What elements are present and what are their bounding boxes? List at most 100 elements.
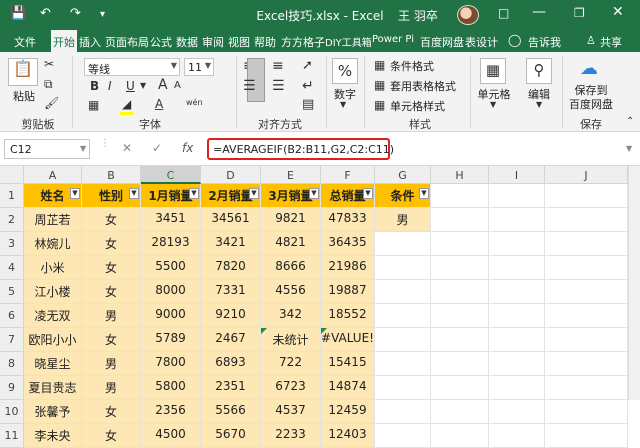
- collapse-ribbon-icon[interactable]: ⌃: [626, 116, 634, 127]
- cells-icon[interactable]: ▦: [480, 58, 506, 84]
- column-header-e[interactable]: E: [261, 166, 321, 184]
- empty-cell[interactable]: [545, 232, 628, 256]
- enter-icon[interactable]: ✓: [152, 141, 162, 155]
- user-name[interactable]: 王 羽卒: [398, 7, 438, 24]
- table-cell[interactable]: 19887: [321, 280, 375, 304]
- border-icon[interactable]: ▦: [88, 98, 99, 112]
- empty-cell[interactable]: [545, 280, 628, 304]
- tab-help[interactable]: 帮助: [254, 34, 276, 50]
- select-all-corner[interactable]: [0, 166, 24, 184]
- font-grow-button[interactable]: A: [158, 77, 168, 93]
- worksheet-grid[interactable]: ABCDEFGHIJ 1 2 3 4 5 6 7 8 9 10 11 姓名 ▼ 性别 ▼ 1月销量 ▼ 2月销量…: [0, 166, 640, 448]
- table-cell[interactable]: 张馨予: [24, 400, 82, 424]
- chevron-down-icon[interactable]: ▼: [80, 144, 86, 153]
- lightbulb-icon[interactable]: ◯: [508, 33, 521, 47]
- empty-cell[interactable]: [489, 256, 545, 280]
- close-icon[interactable]: ✕: [612, 4, 624, 20]
- filter-dropdown-icon[interactable]: ▼: [189, 188, 199, 199]
- table-cell[interactable]: [375, 256, 431, 280]
- empty-cell[interactable]: [545, 184, 628, 208]
- font-size-combo[interactable]: 11 ▼: [184, 58, 214, 76]
- empty-cell[interactable]: [489, 424, 545, 448]
- table-cell[interactable]: 342: [261, 304, 321, 328]
- empty-cell[interactable]: [431, 328, 489, 352]
- ribbon-display-icon[interactable]: □: [498, 6, 509, 20]
- table-cell[interactable]: 5670: [201, 424, 261, 448]
- empty-cell[interactable]: [489, 328, 545, 352]
- cancel-icon[interactable]: ✕: [122, 141, 132, 155]
- wrap-text-icon[interactable]: ↵: [302, 78, 314, 94]
- align-left-icon[interactable]: ☰: [243, 78, 256, 94]
- table-cell[interactable]: [375, 376, 431, 400]
- table-cell[interactable]: 5566: [201, 400, 261, 424]
- table-cell[interactable]: 周芷若: [24, 208, 82, 232]
- name-box[interactable]: C12: [4, 139, 90, 159]
- table-cell[interactable]: 4500: [141, 424, 201, 448]
- table-cell[interactable]: 2356: [141, 400, 201, 424]
- tab-file[interactable]: 文件: [14, 34, 36, 50]
- table-cell[interactable]: 林婉儿: [24, 232, 82, 256]
- empty-cell[interactable]: [431, 280, 489, 304]
- align-bottom-icon[interactable]: ≡: [272, 58, 284, 74]
- empty-cell[interactable]: [489, 232, 545, 256]
- table-cell[interactable]: 7820: [201, 256, 261, 280]
- empty-cell[interactable]: [545, 304, 628, 328]
- font-color-button[interactable]: A: [155, 97, 163, 111]
- empty-cell[interactable]: [431, 352, 489, 376]
- font-shrink-button[interactable]: A: [174, 80, 181, 91]
- table-cell[interactable]: 722: [261, 352, 321, 376]
- table-cell[interactable]: 女: [82, 400, 141, 424]
- tab-page-layout[interactable]: 页面布局: [105, 34, 149, 50]
- error-indicator-icon[interactable]: [321, 328, 327, 334]
- header-cell[interactable]: 条件 ▼: [375, 184, 431, 208]
- orientation-icon[interactable]: ➚: [302, 58, 313, 73]
- empty-cell[interactable]: [431, 184, 489, 208]
- table-cell[interactable]: 9210: [201, 304, 261, 328]
- table-cell[interactable]: 47833: [321, 208, 375, 232]
- table-cell[interactable]: 8666: [261, 256, 321, 280]
- row-header-3[interactable]: 3: [0, 232, 24, 256]
- header-cell[interactable]: 性别 ▼: [82, 184, 141, 208]
- cut-icon[interactable]: ✂: [44, 57, 54, 71]
- chevron-down-icon[interactable]: ▼: [490, 100, 496, 109]
- table-cell[interactable]: 小米: [24, 256, 82, 280]
- avatar[interactable]: [457, 5, 479, 25]
- empty-cell[interactable]: [489, 376, 545, 400]
- header-cell[interactable]: 2月销量 ▼: [201, 184, 261, 208]
- search-icon[interactable]: ⚲: [526, 58, 552, 84]
- table-cell[interactable]: [375, 328, 431, 352]
- empty-cell[interactable]: [489, 304, 545, 328]
- tab-insert[interactable]: 插入: [79, 34, 101, 50]
- chevron-down-icon[interactable]: ▼: [140, 81, 146, 90]
- table-cell[interactable]: 男: [82, 304, 141, 328]
- table-cell[interactable]: 6893: [201, 352, 261, 376]
- column-header-a[interactable]: A: [24, 166, 82, 184]
- empty-cell[interactable]: [545, 400, 628, 424]
- tab-fangfang[interactable]: 方方格子: [281, 34, 325, 50]
- row-header-9[interactable]: 9: [0, 376, 24, 400]
- row-header-7[interactable]: 7: [0, 328, 24, 352]
- table-cell[interactable]: 4537: [261, 400, 321, 424]
- tab-review[interactable]: 审阅: [202, 34, 224, 50]
- conditional-format-icon[interactable]: ▦: [374, 58, 385, 72]
- table-cell[interactable]: 14874: [321, 376, 375, 400]
- filter-dropdown-icon[interactable]: ▼: [363, 188, 373, 199]
- empty-cell[interactable]: [489, 280, 545, 304]
- table-cell[interactable]: 女: [82, 208, 141, 232]
- share-icon[interactable]: ♙: [586, 34, 596, 47]
- filter-dropdown-icon[interactable]: ▼: [249, 188, 259, 199]
- table-cell[interactable]: 28193: [141, 232, 201, 256]
- table-cell[interactable]: 李未央: [24, 424, 82, 448]
- table-cell[interactable]: 7331: [201, 280, 261, 304]
- table-cell[interactable]: 34561: [201, 208, 261, 232]
- tab-formulas[interactable]: 公式: [150, 34, 172, 50]
- row-header-4[interactable]: 4: [0, 256, 24, 280]
- chevron-down-icon[interactable]: ▼: [340, 100, 346, 109]
- share-button[interactable]: 共享: [600, 34, 622, 50]
- column-header-d[interactable]: D: [201, 166, 261, 184]
- filter-dropdown-icon[interactable]: ▼: [419, 188, 429, 199]
- table-cell[interactable]: [375, 304, 431, 328]
- table-cell[interactable]: 3421: [201, 232, 261, 256]
- bold-button[interactable]: B: [90, 79, 99, 93]
- empty-cell[interactable]: [431, 208, 489, 232]
